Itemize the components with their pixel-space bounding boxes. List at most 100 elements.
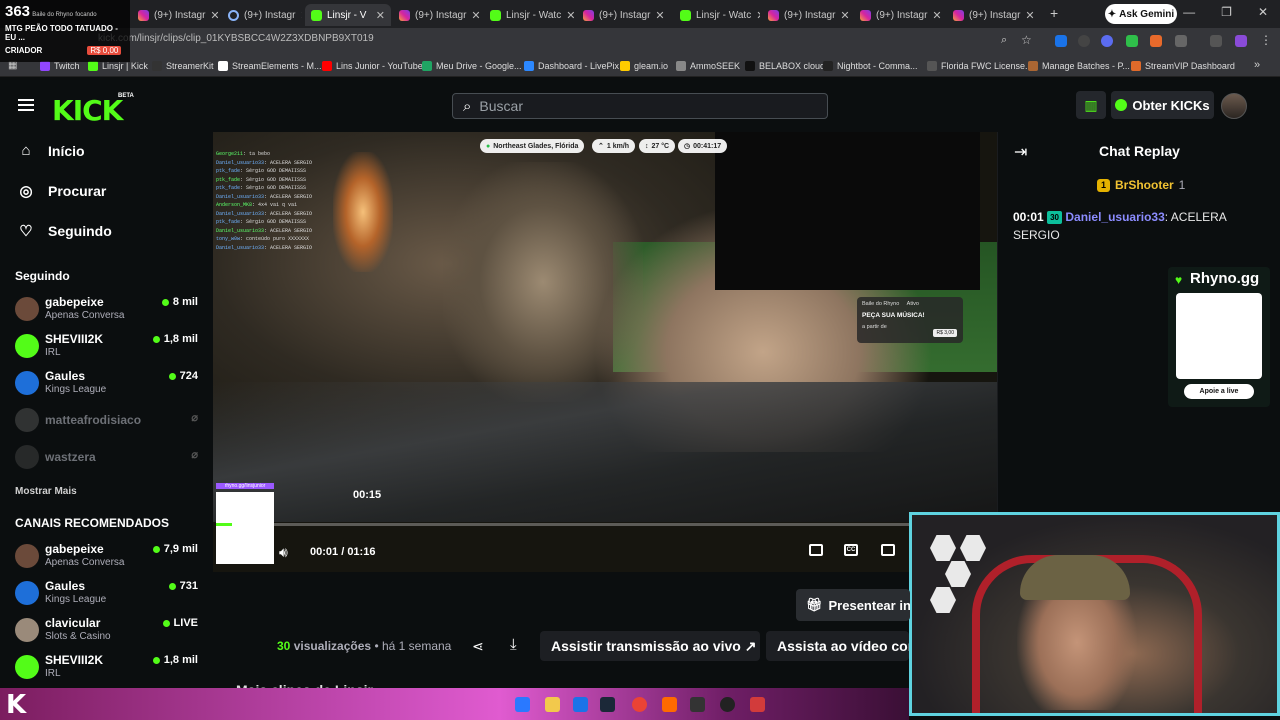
bookmark-item[interactable]: Lins Junior - YouTube — [322, 61, 423, 71]
bookmark-item[interactable]: StreamVIP Dashboard — [1131, 61, 1235, 71]
rewards-button[interactable]: ▥ — [1076, 91, 1106, 119]
file-explorer-icon[interactable] — [545, 697, 560, 712]
outlook-icon[interactable] — [573, 697, 588, 712]
chevron-right-icon[interactable]: » — [1254, 59, 1260, 71]
app-icon[interactable] — [662, 697, 677, 712]
watch-live-button[interactable]: Assistir transmissão ao vivo ↗ — [540, 631, 760, 661]
reading-list-icon[interactable] — [1210, 35, 1222, 47]
get-kicks-button[interactable]: Obter KICKs — [1111, 91, 1214, 119]
channel-item[interactable]: matteafrodisiaco ⌀ — [15, 406, 200, 436]
zoom-icon[interactable]: ⌕ — [1001, 34, 1007, 47]
extension-icon[interactable] — [1150, 35, 1162, 47]
windows-start-icon[interactable] — [515, 697, 530, 712]
browser-tab[interactable]: Linsjr - Watc✕ — [674, 4, 760, 26]
miniplayer-icon[interactable] — [809, 544, 823, 556]
close-tab-icon[interactable]: ✕ — [471, 9, 480, 22]
user-avatar[interactable] — [1221, 93, 1247, 119]
puzzle-icon[interactable] — [1175, 35, 1187, 47]
extension-icon[interactable] — [1078, 35, 1090, 47]
captions-icon[interactable]: CC — [844, 544, 858, 556]
watch-vod-button[interactable]: Assista ao vídeo con — [766, 631, 909, 661]
channel-item[interactable]: Gaules Kings League 724 — [15, 369, 200, 399]
obs-icon[interactable] — [720, 697, 735, 712]
browser-tab[interactable]: Linsjr - Watc✕ — [484, 4, 574, 26]
minimize-icon[interactable]: — — [1183, 5, 1195, 19]
app-icon[interactable] — [750, 697, 765, 712]
kick-logo[interactable]: KICK — [52, 94, 123, 127]
browser-tab[interactable]: (9+) Instagr✕ — [222, 4, 302, 26]
bookmark-item[interactable]: Meu Drive - Google... — [422, 61, 522, 71]
channel-item[interactable]: SHEVIII2K IRL 1,8 mil — [15, 653, 200, 683]
theater-mode-icon[interactable] — [881, 544, 895, 556]
bookmark-star-icon[interactable]: ☆ — [1021, 33, 1032, 47]
apoie-button[interactable]: Apoie a live — [1184, 384, 1254, 399]
browser-tab[interactable]: (9+) Instagr✕ — [393, 4, 481, 26]
profile-icon[interactable] — [1235, 35, 1247, 47]
close-tab-icon[interactable]: ✕ — [300, 9, 302, 22]
new-tab-button[interactable]: + — [1050, 5, 1058, 21]
extension-icon[interactable] — [1055, 35, 1067, 47]
subscriber-badge-icon: 30 — [1047, 211, 1063, 224]
kicks-coin-icon — [1115, 99, 1128, 111]
ask-gemini-button[interactable]: ✦ Ask Gemini — [1105, 4, 1177, 24]
search-input[interactable] — [479, 98, 780, 114]
restore-icon[interactable]: ❐ — [1221, 5, 1232, 19]
channel-item[interactable]: clavicular Slots & Casino LIVE — [15, 616, 200, 646]
close-tab-icon[interactable]: ✕ — [840, 9, 849, 22]
download-icon[interactable]: ⤓ — [510, 636, 517, 653]
collapse-chat-icon[interactable]: ⇥ — [1014, 142, 1027, 162]
bookmark-item[interactable]: Linsjr | Kick — [88, 61, 148, 71]
progress-bar[interactable] — [216, 523, 994, 526]
chat-username[interactable]: Daniel_usuario33 — [1065, 210, 1164, 224]
close-tab-icon[interactable]: ✕ — [1025, 9, 1034, 22]
browser-tab[interactable]: (9+) Instagr✕ — [132, 4, 218, 26]
channel-item[interactable]: SHEVIII2K IRL 1,8 mil — [15, 332, 200, 362]
close-tab-icon[interactable]: ✕ — [932, 9, 941, 22]
browser-tab[interactable]: Linsjr - V ✕ — [305, 4, 391, 26]
bookmark-item[interactable]: Florida FWC License... — [927, 61, 1033, 71]
bookmark-item[interactable]: BELABOX cloud — [745, 61, 825, 71]
channel-item[interactable]: Gaules Kings League 731 — [15, 579, 200, 609]
share-icon[interactable]: ⋖ — [472, 638, 484, 655]
show-more-link[interactable]: Mostrar Mais — [15, 486, 77, 497]
browser-tab[interactable]: (9+) Instagr✕ — [577, 4, 670, 26]
terminal-icon[interactable] — [690, 697, 705, 712]
url-field[interactable]: kick.com/linsjr/clips/clip_01KYBSBCC4W2Z… — [98, 33, 374, 44]
bookmark-item[interactable]: StreamElements - M... — [218, 61, 322, 71]
close-tab-icon[interactable]: ✕ — [376, 9, 385, 22]
pause-button[interactable]: ❚❚ — [241, 545, 266, 563]
close-tab-icon[interactable]: ✕ — [655, 9, 664, 22]
close-icon[interactable]: ✕ — [1258, 5, 1268, 19]
browser-tab[interactable]: (9+) Instagr✕ — [854, 4, 942, 26]
steam-icon[interactable] — [600, 697, 615, 712]
bookmark-favicon-icon — [524, 61, 534, 71]
nav-following[interactable]: ♡ Seguindo — [18, 222, 112, 240]
search-bar[interactable]: ⌕ — [452, 93, 828, 119]
close-tab-icon[interactable]: ✕ — [566, 9, 574, 22]
close-tab-icon[interactable]: ✕ — [756, 9, 760, 22]
chrome-icon[interactable] — [632, 697, 647, 712]
channel-item[interactable]: gabepeixe Apenas Conversa 7,9 mil — [15, 542, 200, 572]
bookmark-item[interactable]: AmmoSEEK — [676, 61, 740, 71]
nav-browse[interactable]: ◎ Procurar — [18, 182, 106, 200]
avatar — [15, 655, 39, 679]
extension-icon[interactable] — [1126, 35, 1138, 47]
bookmark-item[interactable]: Nightbot - Comma... — [823, 61, 918, 71]
browser-tab[interactable]: (9+) Instagr✕ — [947, 4, 1035, 26]
bookmark-item[interactable]: Dashboard - LivePix — [524, 61, 619, 71]
bookmark-item[interactable]: gleam.io — [620, 61, 668, 71]
bookmark-item[interactable]: StreamerKit — [152, 61, 214, 71]
channel-item[interactable]: gabepeixe Apenas Conversa 8 mil — [15, 295, 200, 325]
gift-button[interactable]: 🎁︎ Presentear in — [796, 589, 910, 621]
close-tab-icon[interactable]: ✕ — [210, 9, 218, 22]
bookmark-item[interactable]: Twitch — [40, 61, 80, 71]
channel-item[interactable]: wastzera ⌀ — [15, 443, 200, 473]
browser-tab[interactable]: (9+) Instagr✕ — [762, 4, 850, 26]
hamburger-menu-icon[interactable] — [18, 99, 34, 114]
volume-icon[interactable]: 🔊︎ — [279, 544, 288, 561]
more-vert-icon[interactable]: ⋮ — [1260, 33, 1272, 47]
bookmark-item[interactable]: Manage Batches - P... — [1028, 61, 1130, 71]
video-player[interactable]: George211: ta bebo Daniel_usuario33: ACEL… — [213, 132, 997, 572]
extension-icon[interactable] — [1101, 35, 1113, 47]
nav-home[interactable]: ⌂ Início — [18, 142, 84, 159]
